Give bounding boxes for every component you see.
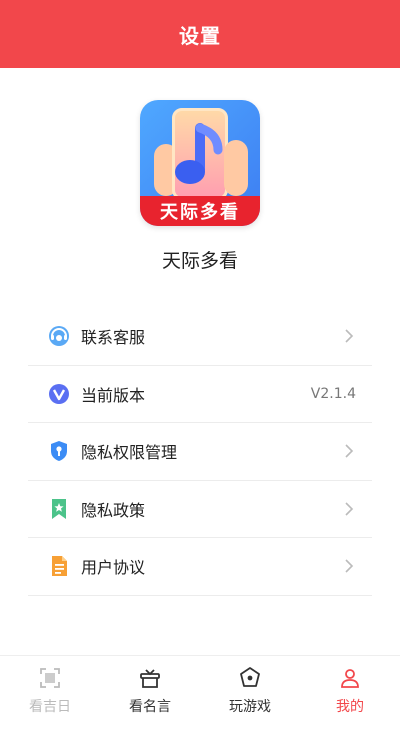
menu-item-label: 联系客服 (81, 328, 146, 348)
chevron-right-icon (344, 538, 354, 595)
menu-item-label: 隐私政策 (81, 500, 146, 520)
tab-wode[interactable]: 我的 (300, 656, 400, 731)
tab-kanmingyan[interactable]: 看名言 (100, 656, 200, 731)
tab-label: 看名言 (129, 699, 171, 715)
tab-label: 我的 (336, 699, 364, 715)
app-logo: 天际多看 (140, 100, 260, 226)
document-icon (47, 554, 71, 578)
menu-item-label: 隐私权限管理 (81, 443, 178, 463)
app-name: 天际多看 (161, 250, 238, 272)
music-note-icon (175, 123, 223, 184)
privacy-shield-icon (47, 439, 71, 463)
page-title: 设置 (179, 23, 221, 48)
tab-label: 看吉日 (29, 699, 71, 715)
scan-icon (40, 668, 60, 688)
menu-item-version[interactable]: 当前版本 V2.1.4 (28, 366, 372, 423)
tab-kanjiri[interactable]: 看吉日 (0, 656, 100, 731)
title-bar: 设置 (0, 0, 400, 68)
menu-item-privacy-policy[interactable]: 隐私政策 (28, 481, 372, 538)
version-value: V2.1.4 (310, 385, 356, 402)
bookmark-star-icon (47, 497, 71, 521)
gift-box-icon (140, 669, 160, 688)
version-icon (47, 382, 71, 406)
tab-wanyouxi[interactable]: 玩游戏 (200, 656, 300, 731)
tab-label: 玩游戏 (229, 699, 271, 715)
logo-band: 天际多看 (140, 196, 260, 226)
chevron-right-icon (344, 308, 354, 365)
game-icon (240, 667, 260, 687)
version-value-wrap: V2.1.4 (310, 366, 356, 423)
menu-item-customer-service[interactable]: 联系客服 (28, 308, 372, 366)
menu-item-user-agreement[interactable]: 用户协议 (28, 538, 372, 596)
profile-icon (341, 669, 359, 688)
settings-menu: 联系客服 当前版本 V2.1.4 隐私权限管理 隐私政策 用户协议 (28, 308, 372, 596)
menu-item-label: 当前版本 (81, 385, 146, 405)
bottom-tab-bar: 看吉日 看名言 玩游戏 我的 (0, 655, 400, 731)
logo-text: 天际多看 (160, 202, 240, 223)
menu-item-privacy-permissions[interactable]: 隐私权限管理 (28, 423, 372, 481)
chevron-right-icon (344, 481, 354, 538)
menu-item-label: 用户协议 (81, 558, 146, 578)
customer-service-icon (47, 324, 71, 348)
chevron-right-icon (344, 423, 354, 480)
